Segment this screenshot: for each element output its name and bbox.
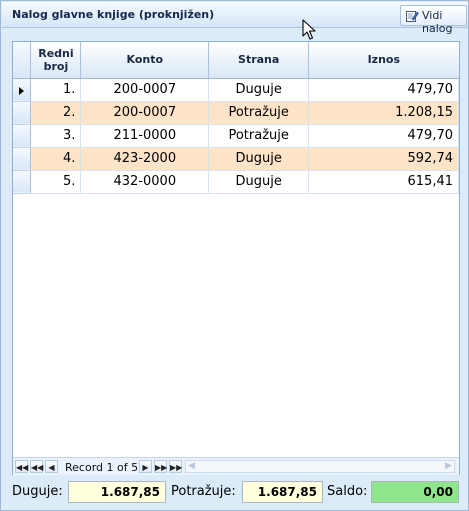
cell-strana[interactable]: Potražuje xyxy=(208,124,310,148)
column-header-label: Redni broj xyxy=(38,46,74,73)
vidi-nalog-label: Vidi nalog xyxy=(422,9,453,35)
cell-iznos[interactable]: 592,74 xyxy=(308,147,459,171)
next-page-icon[interactable]: ▶▶ xyxy=(154,460,167,473)
table-row[interactable]: 5. 432-0000 Duguje 615,41 xyxy=(13,170,459,194)
scroll-right-icon[interactable]: ▶ xyxy=(445,461,452,472)
mouse-pointer-icon xyxy=(302,19,318,41)
first-record-icon[interactable]: ◀◀ xyxy=(15,460,28,473)
table-row[interactable]: 2. 200-0007 Potražuje 1.208,15 xyxy=(13,101,459,125)
cell-konto[interactable]: 200-0007 xyxy=(80,78,210,102)
row-indicator-header[interactable] xyxy=(13,42,32,79)
cell-redni-broj[interactable]: 4. xyxy=(30,147,82,171)
cell-iznos[interactable]: 479,70 xyxy=(308,78,459,102)
row-indicator[interactable] xyxy=(13,147,32,171)
cell-redni-broj[interactable]: 2. xyxy=(30,101,82,125)
cell-konto[interactable]: 200-0007 xyxy=(80,101,210,125)
previous-page-icon[interactable]: ◀◀ xyxy=(30,460,43,473)
scroll-left-icon[interactable]: ◀ xyxy=(188,461,195,472)
cell-redni-broj[interactable]: 1. xyxy=(30,78,82,102)
cell-redni-broj[interactable]: 3. xyxy=(30,124,82,148)
column-header-iznos[interactable]: Iznos xyxy=(308,42,459,79)
cell-strana[interactable]: Duguje xyxy=(208,147,310,171)
row-indicator[interactable] xyxy=(13,124,32,148)
next-record-icon[interactable]: ▶ xyxy=(139,460,152,473)
record-navigator: ◀◀ ◀◀ ◀ Record 1 of 5 ▶ ▶▶ ▶▶ ◀ ▶ xyxy=(13,457,459,475)
table-row[interactable]: 4. 423-2000 Duguje 592,74 xyxy=(13,147,459,171)
column-header-strana[interactable]: Strana xyxy=(208,42,310,79)
totals-footer: Duguje: 1.687,85 Potražuje: 1.687,85 Sal… xyxy=(1,479,469,507)
duguje-total-field: 1.687,85 xyxy=(68,481,166,503)
vidi-nalog-button[interactable]: Vidi nalog xyxy=(400,5,467,35)
cell-strana[interactable]: Duguje xyxy=(208,78,310,102)
header-row: Redni broj Konto Strana Iznos xyxy=(13,42,459,79)
duguje-label: Duguje: xyxy=(12,484,63,499)
edit-document-icon xyxy=(405,9,419,23)
ledger-panel: Nalog glavne knjige (proknjižen) Vidi na… xyxy=(0,0,469,511)
table-row[interactable]: 1. 200-0007 Duguje 479,70 xyxy=(13,78,459,102)
previous-record-icon[interactable]: ◀ xyxy=(45,460,58,473)
cell-konto[interactable]: 432-0000 xyxy=(80,170,210,194)
potrazuje-total-field: 1.687,85 xyxy=(242,481,323,503)
cell-strana[interactable]: Duguje xyxy=(208,170,310,194)
cell-redni-broj[interactable]: 5. xyxy=(30,170,82,194)
row-indicator[interactable] xyxy=(13,170,32,194)
cell-iznos[interactable]: 1.208,15 xyxy=(308,101,459,125)
cell-iznos[interactable]: 615,41 xyxy=(308,170,459,194)
cell-konto[interactable]: 423-2000 xyxy=(80,147,210,171)
row-indicator[interactable] xyxy=(13,101,32,125)
panel-title: Nalog glavne knjige (proknjižen) xyxy=(12,8,215,21)
column-header-redni-broj[interactable]: Redni broj xyxy=(30,42,82,79)
panel-header: Nalog glavne knjige (proknjižen) Vidi na… xyxy=(2,2,468,35)
ledger-table: Redni broj Konto Strana Iznos 1. 200-000… xyxy=(13,42,459,194)
horizontal-scrollbar[interactable]: ◀ ▶ xyxy=(185,460,455,473)
current-row-arrow-icon xyxy=(19,86,24,95)
last-record-icon[interactable]: ▶▶ xyxy=(169,460,182,473)
ledger-grid: Redni broj Konto Strana Iznos 1. 200-000… xyxy=(12,41,460,475)
saldo-field: 0,00 xyxy=(371,481,459,503)
table-row[interactable]: 3. 211-0000 Potražuje 479,70 xyxy=(13,124,459,148)
row-indicator[interactable] xyxy=(13,78,32,102)
column-header-konto[interactable]: Konto xyxy=(80,42,210,79)
cell-strana[interactable]: Potražuje xyxy=(208,101,310,125)
potrazuje-label: Potražuje: xyxy=(171,484,236,499)
cell-iznos[interactable]: 479,70 xyxy=(308,124,459,148)
record-position: Record 1 of 5 xyxy=(65,461,139,474)
saldo-label: Saldo: xyxy=(327,484,368,499)
cell-konto[interactable]: 211-0000 xyxy=(80,124,210,148)
